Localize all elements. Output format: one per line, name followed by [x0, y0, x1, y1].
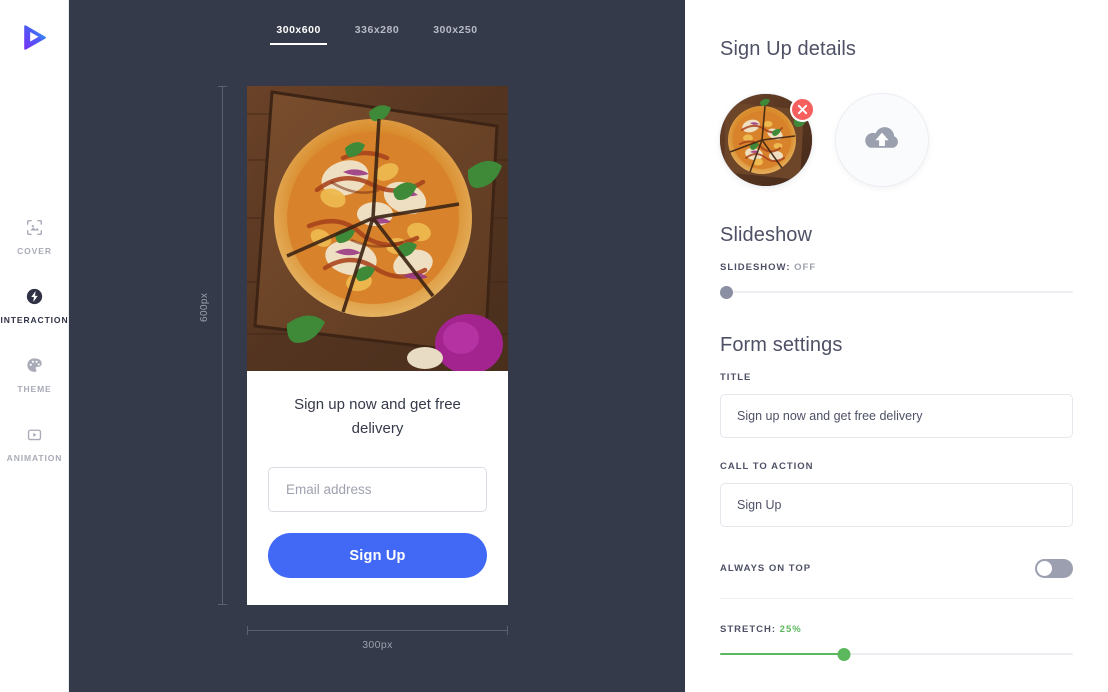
sidebar-item-interaction[interactable]: INTERACTION: [0, 285, 69, 354]
always-on-top-label: ALWAYS ON TOP: [720, 563, 812, 574]
lightning-bolt-icon: [26, 285, 43, 307]
image-frame-icon: [26, 216, 43, 238]
cta-input[interactable]: Sign Up: [720, 483, 1073, 527]
title-field-label: TITLE: [720, 372, 752, 383]
left-sidebar: COVER INTERACTION THEME ANIMATION: [0, 0, 69, 692]
sidebar-item-label: COVER: [17, 246, 52, 256]
slider-fill: [720, 653, 844, 655]
slideshow-value: OFF: [794, 262, 817, 273]
sidebar-item-label: THEME: [17, 384, 52, 394]
panel-title: Sign Up details: [720, 38, 857, 60]
upload-image-button[interactable]: [836, 94, 928, 186]
slider-track: [720, 291, 1073, 293]
vertical-ruler: [218, 86, 227, 605]
vertical-ruler-label: 600px: [199, 292, 210, 322]
sidebar-item-theme[interactable]: THEME: [0, 354, 69, 423]
always-on-top-row: ALWAYS ON TOP: [720, 550, 1073, 599]
slider-knob[interactable]: [837, 648, 851, 661]
sidebar-nav: COVER INTERACTION THEME ANIMATION: [0, 216, 69, 492]
tab-300x250[interactable]: 300x250: [427, 24, 483, 45]
stretch-label: STRETCH: 25%: [720, 624, 1073, 635]
horizontal-ruler: [247, 626, 508, 635]
horizontal-ruler-label: 300px: [362, 639, 393, 651]
close-x-icon: [797, 104, 808, 115]
tab-336x280[interactable]: 336x280: [349, 24, 405, 45]
ad-headline: Sign up now and get free delivery: [294, 396, 461, 437]
media-thumbnails: [720, 94, 1073, 186]
cta-field-label: CALL TO ACTION: [720, 461, 814, 472]
slider-knob[interactable]: [720, 286, 733, 299]
ad-preview: Sign up now and get free delivery Email …: [247, 86, 508, 605]
preview-canvas: 300x600 336x280 300x250 600px 300px Sign…: [69, 0, 685, 692]
tab-300x600[interactable]: 300x600: [270, 24, 327, 45]
remove-image-button[interactable]: [790, 97, 815, 122]
sidebar-item-label: ANIMATION: [6, 453, 63, 463]
uploaded-image-thumbnail[interactable]: [720, 94, 815, 186]
sidebar-item-animation[interactable]: ANIMATION: [0, 423, 69, 492]
ad-size-tabs: 300x600 336x280 300x250: [69, 24, 685, 45]
settings-panel: Sign Up details Slideshow SLIDESHOW: OFF…: [685, 0, 1108, 692]
sidebar-item-cover[interactable]: COVER: [0, 216, 69, 285]
play-box-icon: [26, 423, 43, 445]
sidebar-item-label: INTERACTION: [0, 315, 69, 325]
form-settings-heading: Form settings: [720, 334, 843, 356]
always-on-top-toggle[interactable]: [1035, 559, 1073, 578]
palette-icon: [26, 354, 43, 376]
ad-hero-image: [247, 86, 508, 371]
stretch-value: 25%: [779, 624, 802, 635]
slideshow-heading: Slideshow: [720, 224, 813, 246]
ad-form: Sign up now and get free delivery Email …: [247, 371, 508, 578]
ad-email-input[interactable]: Email address: [268, 467, 487, 512]
ad-signup-button[interactable]: Sign Up: [268, 533, 487, 578]
stretch-slider[interactable]: [720, 646, 1073, 662]
app-logo[interactable]: [18, 20, 52, 54]
toggle-knob: [1037, 561, 1052, 576]
stretch-label-text: STRETCH:: [720, 624, 777, 635]
slideshow-slider[interactable]: [720, 284, 1073, 300]
slideshow-label-text: SLIDESHOW:: [720, 262, 791, 273]
app-window: COVER INTERACTION THEME ANIMATION 300x60…: [0, 0, 1108, 692]
cloud-upload-icon: [865, 127, 898, 148]
slideshow-state-label: SLIDESHOW: OFF: [720, 262, 1073, 273]
play-triangle-logo-icon: [24, 25, 46, 50]
title-input[interactable]: Sign up now and get free delivery: [720, 394, 1073, 438]
